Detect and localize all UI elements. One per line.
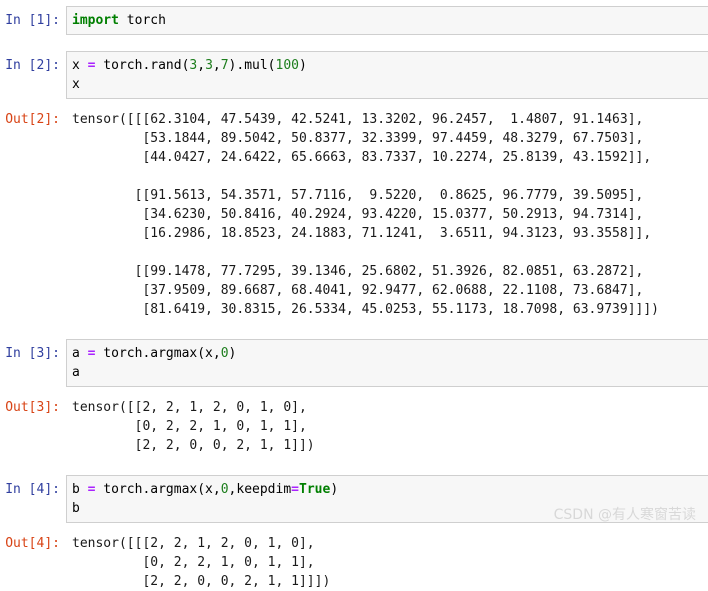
- input-prompt-3: In [3]:: [5, 346, 60, 361]
- code-token: ): [330, 482, 339, 497]
- code-token: ).mul(: [228, 58, 276, 73]
- code-token: torch.argmax(x,: [95, 482, 221, 497]
- input-prompt-1: In [1]:: [5, 13, 60, 28]
- code-token: ,: [197, 58, 206, 73]
- code-token: x: [72, 58, 88, 73]
- code-token: a: [72, 346, 88, 361]
- output-text-3: tensor([[2, 2, 1, 2, 0, 1, 0], [0, 2, 2,…: [72, 400, 315, 453]
- code-cell-2[interactable]: In [2]: x = torch.rand(3,3,7).mul(100) x: [0, 51, 708, 99]
- code-token: import: [72, 13, 119, 28]
- notebook-document: In [1]: import torch In [2]: x = torch.r…: [0, 0, 708, 591]
- code-token: torch: [118, 13, 166, 28]
- output-prompt-3: Out[3]:: [5, 400, 60, 415]
- code-token: b: [72, 501, 80, 516]
- code-editor-3[interactable]: a = torch.argmax(x,0) a: [66, 339, 708, 387]
- input-prompt-2: In [2]:: [5, 58, 60, 73]
- code-token: ): [299, 58, 307, 73]
- code-token: 3: [205, 58, 213, 73]
- code-token: 0: [220, 346, 229, 361]
- code-token: x: [72, 77, 80, 92]
- input-prompt-4: In [4]:: [5, 482, 60, 497]
- code-token: torch.argmax(x,: [95, 346, 221, 361]
- code-token: a: [72, 365, 80, 380]
- code-cell-3[interactable]: In [3]: a = torch.argmax(x,0) a: [0, 339, 708, 387]
- output-prompt-4: Out[4]:: [5, 536, 60, 551]
- code-token: 7: [220, 58, 229, 73]
- code-editor-1[interactable]: import torch: [66, 6, 708, 35]
- csdn-watermark: CSDN @有人寒窗苦读: [553, 507, 696, 523]
- output-cell-2: Out[2]: tensor([[[62.3104, 47.5439, 42.5…: [0, 109, 708, 319]
- code-token: ): [228, 346, 237, 361]
- output-prompt-2: Out[2]:: [5, 112, 60, 127]
- output-text-4: tensor([[[2, 2, 1, 2, 0, 1, 0], [0, 2, 2…: [72, 536, 331, 589]
- code-cell-1[interactable]: In [1]: import torch: [0, 6, 708, 35]
- code-token: torch.rand(: [95, 58, 190, 73]
- output-cell-3: Out[3]: tensor([[2, 2, 1, 2, 0, 1, 0], […: [0, 397, 708, 455]
- code-token: 0: [220, 482, 229, 497]
- code-token: =: [291, 482, 299, 497]
- code-editor-2[interactable]: x = torch.rand(3,3,7).mul(100) x: [66, 51, 708, 99]
- output-text-2: tensor([[[62.3104, 47.5439, 42.5241, 13.…: [72, 112, 659, 317]
- code-token: True: [299, 482, 331, 497]
- code-token: b: [72, 482, 88, 497]
- code-token: 100: [275, 58, 299, 73]
- code-token: ,keepdim: [228, 482, 292, 497]
- output-cell-4: Out[4]: tensor([[[2, 2, 1, 2, 0, 1, 0], …: [0, 533, 708, 591]
- code-token: ,: [212, 58, 221, 73]
